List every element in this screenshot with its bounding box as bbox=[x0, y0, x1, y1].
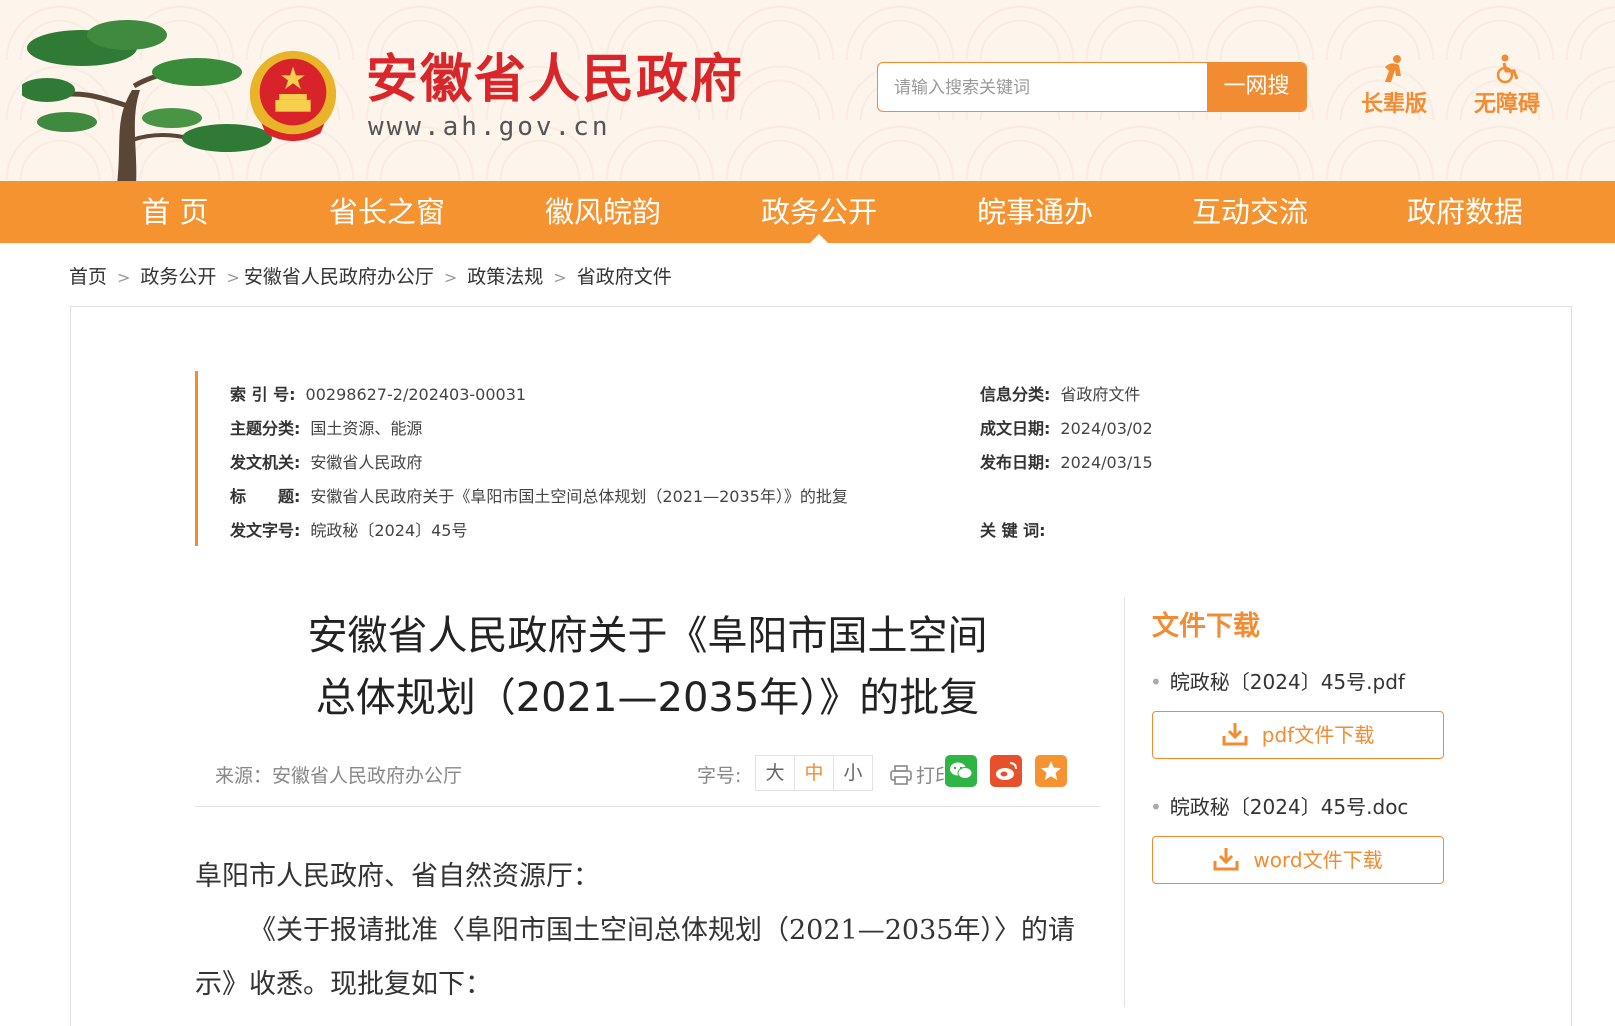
favorite-star-icon bbox=[1041, 761, 1061, 780]
search-input[interactable] bbox=[878, 63, 1226, 111]
nav-item-culture[interactable]: 徽风皖韵 bbox=[503, 181, 703, 243]
elder-icon bbox=[1385, 55, 1401, 82]
article-body: 阜阳市人民政府、省自然资源厅： 《关于报请批准〈阜阳市国土空间总体规划（2021… bbox=[195, 850, 1100, 1012]
nav-item-gov-affairs[interactable]: 政务公开 bbox=[719, 181, 919, 243]
meta-value: 安徽省人民政府关于《阜阳市国土空间总体规划（2021—2035年）》的批复 bbox=[310, 487, 848, 506]
font-size-switch: 大 中 小 bbox=[755, 755, 873, 791]
download-heading: 文件下载 bbox=[1152, 611, 1260, 642]
search-box: 一网搜 bbox=[877, 62, 1307, 112]
meta-index-no: 索 引 号: 00298627-2/202403-00031 bbox=[230, 381, 526, 405]
article-divider bbox=[195, 806, 1100, 807]
article-source: 来源：安徽省人民政府办公厅 bbox=[215, 765, 463, 787]
breadcrumb-gov-affairs[interactable]: 政务公开 bbox=[140, 262, 216, 289]
download-file-name: 皖政秘〔2024〕45号.pdf bbox=[1150, 666, 1405, 695]
national-emblem-icon bbox=[249, 50, 337, 142]
site-url: www.ah.gov.cn bbox=[368, 112, 611, 142]
breadcrumb-office[interactable]: 安徽省人民政府办公厅 bbox=[244, 262, 434, 289]
breadcrumb: 首页 > 政务公开 > 安徽省人民政府办公厅 > 政策法规 > 省政府文件 bbox=[69, 262, 672, 289]
share-wechat-button[interactable] bbox=[945, 755, 977, 787]
accessibility-button[interactable]: 无障碍 bbox=[1467, 54, 1547, 118]
meta-key: 信息分类: bbox=[980, 385, 1051, 404]
download-icon bbox=[1222, 723, 1248, 746]
article-salutation: 阜阳市人民政府、省自然资源厅： bbox=[195, 861, 600, 892]
meta-key: 发文字号: bbox=[230, 521, 301, 540]
meta-key: 主题分类: bbox=[230, 419, 301, 438]
meta-value: 省政府文件 bbox=[1060, 385, 1141, 404]
document-meta: 索 引 号: 00298627-2/202403-00031 信息分类: 省政府文件… bbox=[195, 371, 1198, 546]
article-paragraph-line: 《关于报请批准〈阜阳市国土空间总体规划（2021—2035年）〉的请 bbox=[249, 915, 1075, 946]
nav-item-governor[interactable]: 省长之窗 bbox=[287, 181, 487, 243]
nav-item-data[interactable]: 政府数据 bbox=[1365, 181, 1565, 243]
pine-tree-logo bbox=[22, 20, 272, 181]
chevron-right-icon: > bbox=[553, 268, 567, 287]
sidebar-divider bbox=[1124, 597, 1125, 1007]
meta-key: 成文日期: bbox=[980, 419, 1051, 438]
font-size-label: 字号: bbox=[697, 765, 742, 787]
meta-key: 发布日期: bbox=[980, 453, 1051, 472]
meta-key: 索 引 号: bbox=[230, 385, 296, 404]
breadcrumb-home[interactable]: 首页 bbox=[69, 262, 107, 289]
nav-item-interaction[interactable]: 互动交流 bbox=[1150, 181, 1350, 243]
wheelchair-icon bbox=[1496, 54, 1519, 84]
nav-item-services[interactable]: 皖事通办 bbox=[935, 181, 1135, 243]
meta-doc-no: 发文字号: 皖政秘〔2024〕45号 bbox=[230, 517, 468, 541]
site-header: 安徽省人民政府 www.ah.gov.cn 一网搜 长辈版 无障碍 bbox=[0, 0, 1615, 181]
meta-topic: 主题分类: 国土资源、能源 bbox=[230, 415, 422, 439]
pdf-download-label: pdf文件下载 bbox=[1261, 723, 1375, 747]
elder-mode-button[interactable]: 长辈版 bbox=[1354, 54, 1434, 118]
meta-value: 2024/03/15 bbox=[1060, 453, 1153, 472]
breadcrumb-current[interactable]: 省政府文件 bbox=[577, 262, 672, 289]
article-title-line: 总体规划（2021—2035年）》的批复 bbox=[315, 675, 980, 721]
article-paragraph-line: 示》收悉。现批复如下： bbox=[195, 969, 492, 1000]
site-title[interactable]: 安徽省人民政府 bbox=[366, 50, 744, 110]
meta-key: 发文机关: bbox=[230, 453, 301, 472]
favorite-button[interactable] bbox=[1035, 755, 1067, 787]
accessibility-label: 无障碍 bbox=[1473, 92, 1540, 117]
article-title-line: 安徽省人民政府关于《阜阳市国土空间 bbox=[307, 613, 988, 659]
chevron-right-icon: > bbox=[443, 268, 458, 287]
meta-value: 皖政秘〔2024〕45号 bbox=[310, 521, 468, 540]
meta-created-date: 成文日期: 2024/03/02 bbox=[980, 415, 1153, 439]
download-icon bbox=[1213, 848, 1239, 871]
font-size-large[interactable]: 大 bbox=[756, 756, 795, 790]
pdf-download-button[interactable]: pdf文件下载 bbox=[1152, 711, 1444, 759]
font-size-medium[interactable]: 中 bbox=[795, 756, 834, 790]
article-toolbar: 来源：安徽省人民政府办公厅 字号: 大 中 小 打印 bbox=[195, 753, 1100, 793]
nav-item-home[interactable]: 首 页 bbox=[75, 181, 275, 243]
meta-key: 标 题: bbox=[230, 487, 301, 506]
search-button[interactable]: 一网搜 bbox=[1207, 63, 1306, 111]
meta-info-category: 信息分类: 省政府文件 bbox=[980, 381, 1140, 405]
meta-issuer: 发文机关: 安徽省人民政府 bbox=[230, 449, 422, 473]
chevron-right-icon: > bbox=[117, 268, 131, 287]
meta-value: 00298627-2/202403-00031 bbox=[305, 385, 527, 404]
elder-mode-label: 长辈版 bbox=[1360, 92, 1427, 117]
share-weibo-button[interactable] bbox=[990, 755, 1022, 787]
meta-value: 国土资源、能源 bbox=[310, 419, 423, 438]
meta-value: 安徽省人民政府 bbox=[310, 453, 423, 472]
meta-key: 关 键 词: bbox=[980, 521, 1046, 540]
chevron-right-icon: > bbox=[226, 268, 240, 287]
font-size-small[interactable]: 小 bbox=[834, 756, 872, 790]
meta-keywords: 关 键 词: bbox=[980, 517, 1056, 541]
meta-title: 标 题: 安徽省人民政府关于《阜阳市国土空间总体规划（2021—2035年）》的批… bbox=[230, 483, 848, 507]
article-title: 安徽省人民政府关于《阜阳市国土空间 总体规划（2021—2035年）》的批复 bbox=[195, 605, 1100, 729]
wechat-icon bbox=[950, 762, 973, 779]
printer-icon bbox=[890, 765, 912, 785]
word-download-button[interactable]: word文件下载 bbox=[1152, 836, 1444, 884]
meta-value: 2024/03/02 bbox=[1060, 419, 1153, 438]
breadcrumb-policy[interactable]: 政策法规 bbox=[467, 262, 543, 289]
main-nav: 首 页 省长之窗 徽风皖韵 政务公开 皖事通办 互动交流 政府数据 bbox=[0, 181, 1615, 243]
weibo-icon bbox=[996, 762, 1017, 780]
word-download-label: word文件下载 bbox=[1253, 848, 1383, 872]
download-file-name: 皖政秘〔2024〕45号.doc bbox=[1150, 791, 1409, 820]
meta-published-date: 发布日期: 2024/03/15 bbox=[980, 449, 1153, 473]
